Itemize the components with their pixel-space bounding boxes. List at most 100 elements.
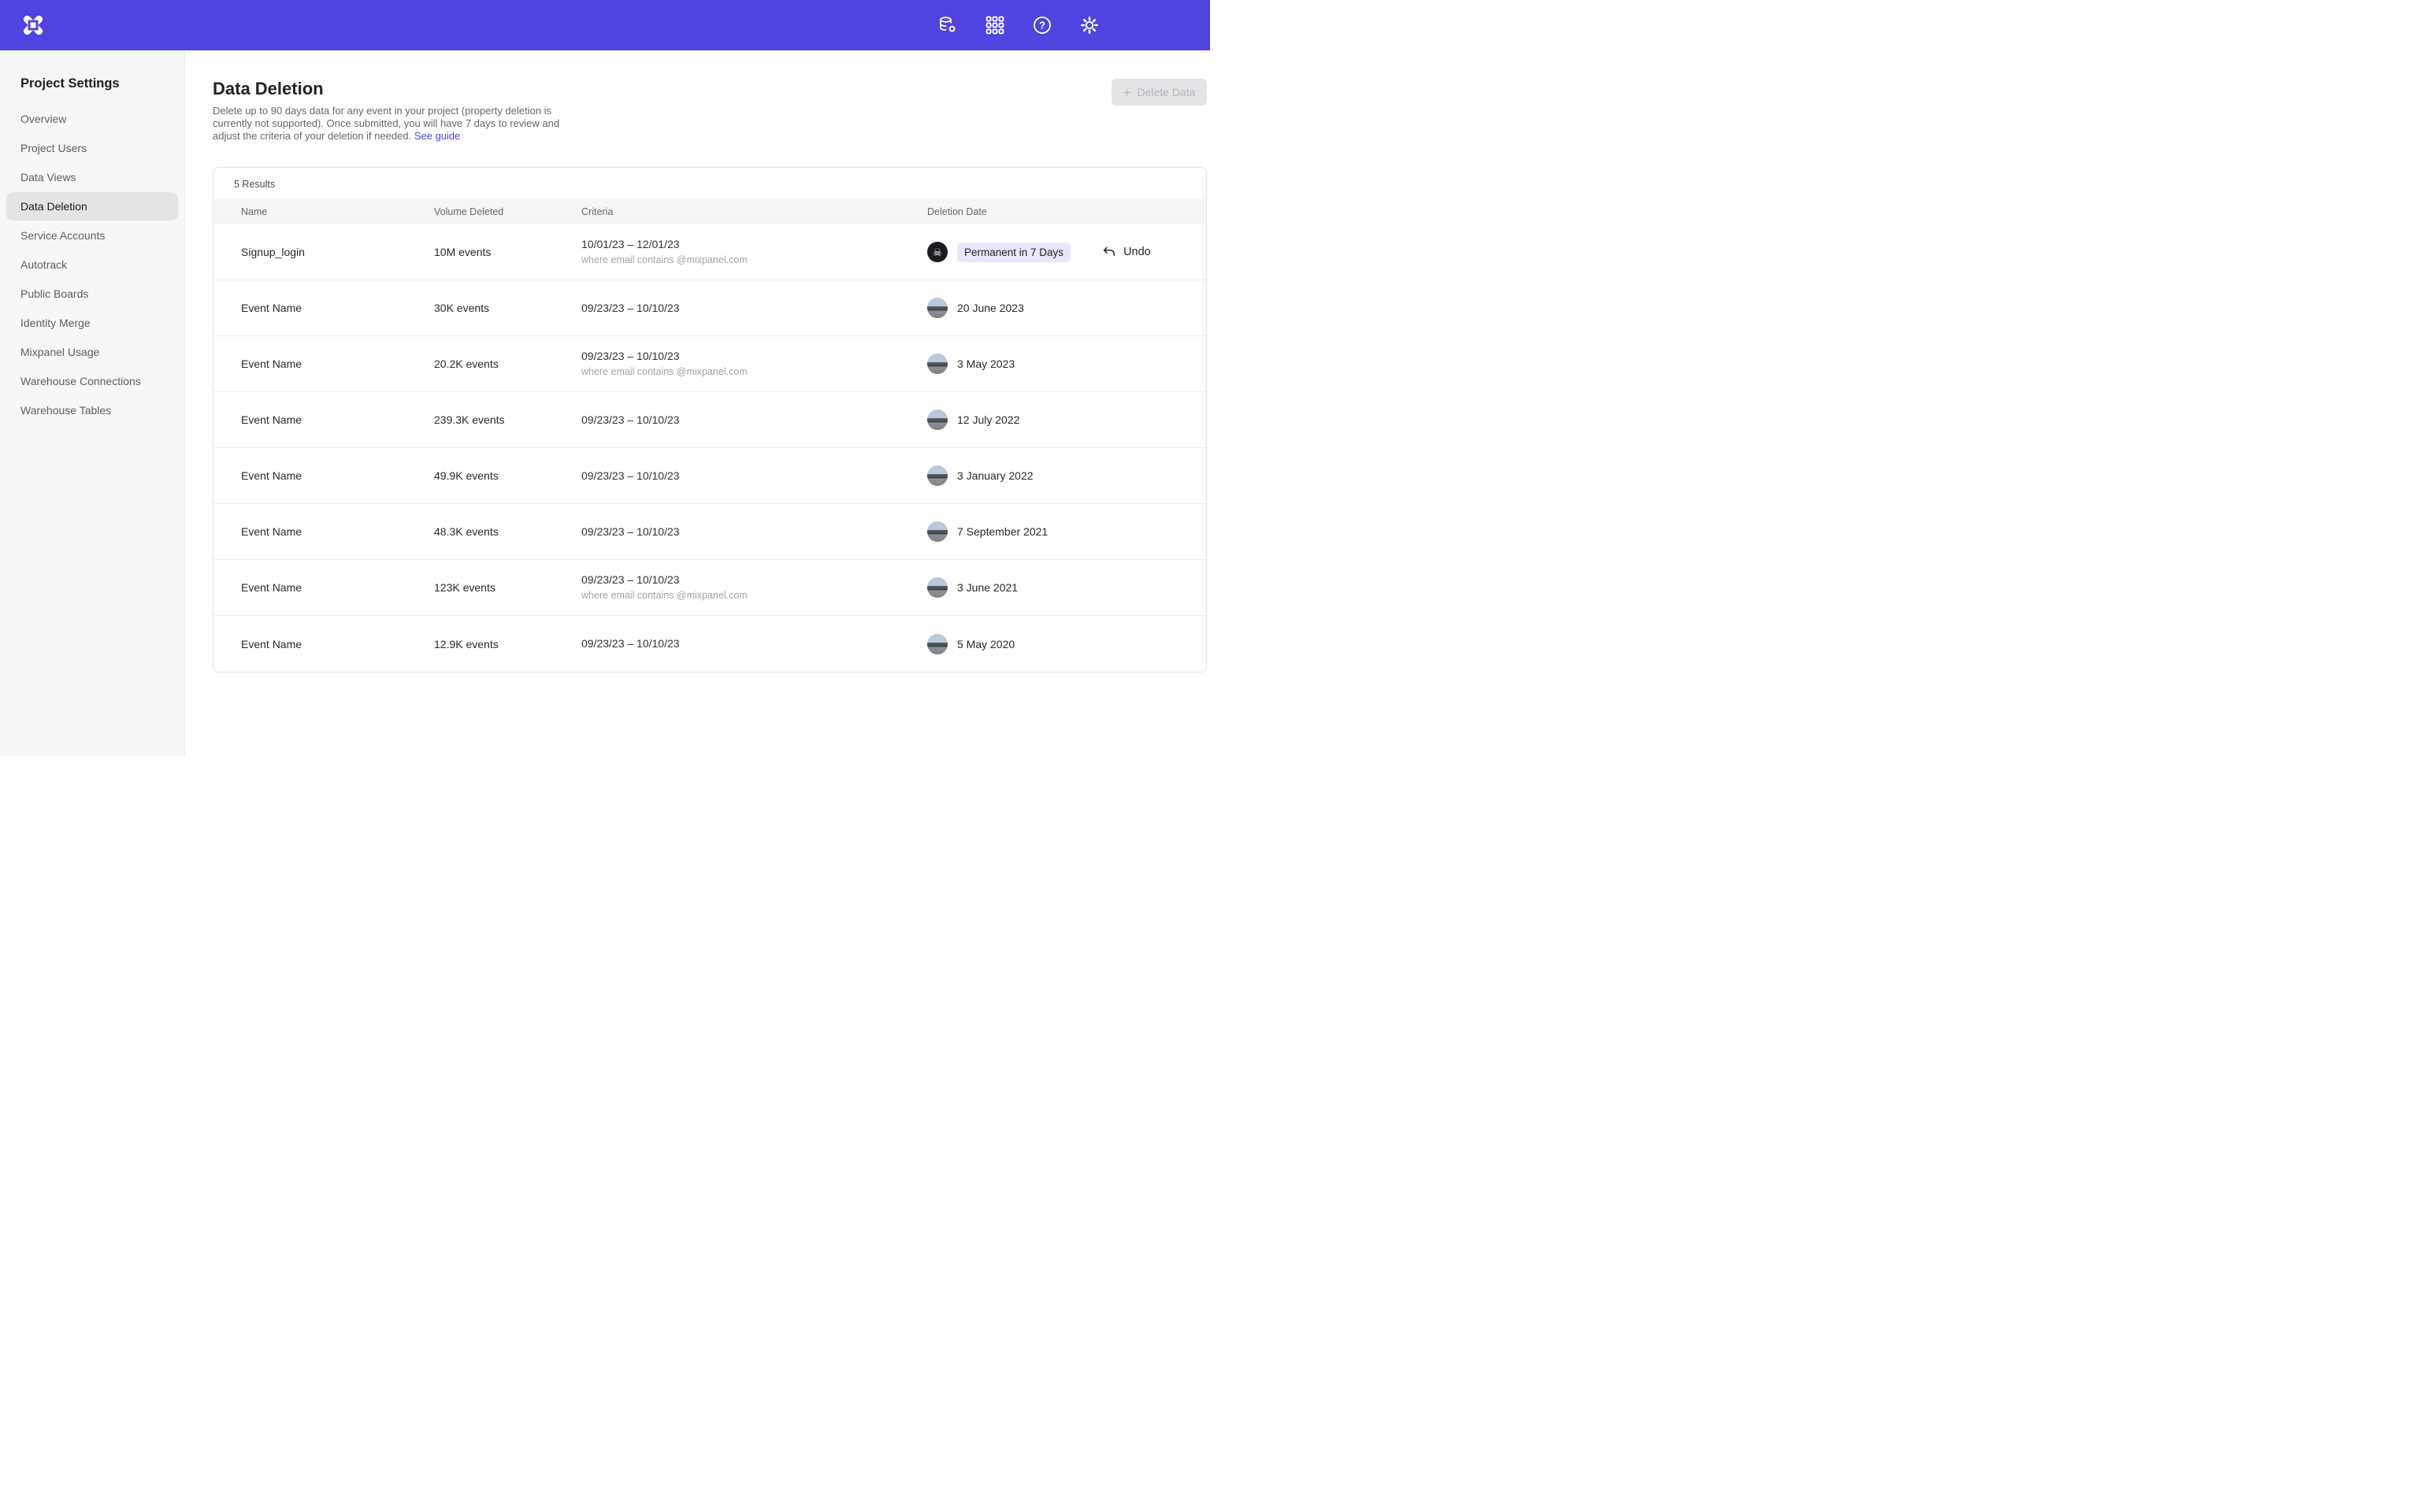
page-description: Delete up to 90 days data for any event … xyxy=(213,105,566,143)
criteria: 10/01/23 – 12/01/23 where email contains… xyxy=(581,238,927,267)
apps-grid-icon[interactable] xyxy=(985,15,1005,35)
criteria-range: 09/23/23 – 10/10/23 xyxy=(581,525,680,538)
table-header-row: Name Volume Deleted Criteria Deletion Da… xyxy=(213,199,1206,224)
see-guide-link[interactable]: See guide xyxy=(414,130,461,142)
criteria-range: 09/23/23 – 10/10/23 xyxy=(581,469,680,482)
avatar xyxy=(927,465,948,486)
deletion-date-cell: 7 September 2021 xyxy=(927,521,1190,542)
sidebar-item-public-boards[interactable]: Public Boards xyxy=(6,280,178,308)
table-row: Event Name 48.3K events 09/23/23 – 10/10… xyxy=(213,504,1206,560)
results-count: 5 Results xyxy=(213,168,1206,199)
sidebar-item-data-views[interactable]: Data Views xyxy=(6,163,178,191)
logo-core xyxy=(31,23,36,28)
criteria: 09/23/23 – 10/10/23 xyxy=(581,469,927,483)
table-row: Event Name 239.3K events 09/23/23 – 10/1… xyxy=(213,392,1206,448)
criteria-range: 09/23/23 – 10/10/23 xyxy=(581,413,680,426)
deletion-date-cell: 3 January 2022 xyxy=(927,465,1190,486)
volume-deleted: 49.9K events xyxy=(434,469,581,482)
delete-data-button-label: Delete Data xyxy=(1138,86,1196,98)
deletion-date-cell: 5 May 2020 xyxy=(927,634,1190,654)
sidebar-item-overview[interactable]: Overview xyxy=(6,105,178,133)
event-name: Event Name xyxy=(241,358,434,370)
avatar xyxy=(927,521,948,542)
sidebar-item-project-users[interactable]: Project Users xyxy=(6,134,178,162)
deletion-date-cell: 20 June 2023 xyxy=(927,298,1190,318)
sidebar-item-autotrack[interactable]: Autotrack xyxy=(6,250,178,279)
sidebar-item-warehouse-connections[interactable]: Warehouse Connections xyxy=(6,367,178,395)
volume-deleted: 20.2K events xyxy=(434,358,581,370)
deletion-date: 5 May 2020 xyxy=(957,638,1015,650)
topbar-icon-group: ? xyxy=(937,15,1100,35)
criteria: 09/23/23 – 10/10/23 xyxy=(581,637,927,650)
svg-text:?: ? xyxy=(1039,20,1045,32)
criteria: 09/23/23 – 10/10/23 xyxy=(581,413,927,427)
event-name: Event Name xyxy=(241,581,434,594)
project-settings-sidebar: Project Settings Overview Project Users … xyxy=(0,50,185,756)
avatar xyxy=(927,354,948,374)
sidebar-item-mixpanel-usage[interactable]: Mixpanel Usage xyxy=(6,338,178,366)
sidebar-title: Project Settings xyxy=(20,76,184,91)
volume-deleted: 239.3K events xyxy=(434,413,581,426)
sidebar-item-data-deletion[interactable]: Data Deletion xyxy=(6,192,178,220)
data-settings-icon[interactable] xyxy=(937,15,958,35)
criteria-range: 09/23/23 – 10/10/23 xyxy=(581,302,680,314)
criteria: 09/23/23 – 10/10/23 xyxy=(581,302,927,315)
status-badge: Permanent in 7 Days xyxy=(957,243,1071,262)
undo-label: Undo xyxy=(1123,246,1151,258)
main-content: Data Deletion Delete up to 90 days data … xyxy=(185,0,1210,673)
page-title: Data Deletion xyxy=(213,79,1210,99)
table-row: Event Name 123K events 09/23/23 – 10/10/… xyxy=(213,560,1206,616)
event-name: Signup_login xyxy=(241,246,434,258)
help-icon[interactable]: ? xyxy=(1032,15,1052,35)
criteria: 09/23/23 – 10/10/23 xyxy=(581,525,927,539)
criteria-filter: where email contains @mixpanel.com xyxy=(581,254,927,267)
volume-deleted: 30K events xyxy=(434,302,581,314)
column-header-deletion-date: Deletion Date xyxy=(927,206,1190,217)
avatar xyxy=(927,298,948,318)
criteria: 09/23/23 – 10/10/23 where email contains… xyxy=(581,350,927,379)
deletion-date-cell: 3 June 2021 xyxy=(927,577,1190,598)
undo-icon xyxy=(1102,245,1116,259)
criteria-range: 09/23/23 – 10/10/23 xyxy=(581,637,680,650)
column-header-volume: Volume Deleted xyxy=(434,206,581,217)
volume-deleted: 10M events xyxy=(434,246,581,258)
event-name: Event Name xyxy=(241,638,434,650)
event-name: Event Name xyxy=(241,469,434,482)
avatar xyxy=(927,634,948,654)
deletion-date-cell: 12 July 2022 xyxy=(927,410,1190,430)
criteria-range: 10/01/23 – 12/01/23 xyxy=(581,238,680,250)
settings-gear-icon[interactable] xyxy=(1079,15,1100,35)
criteria: 09/23/23 – 10/10/23 where email contains… xyxy=(581,573,927,602)
table-row: Event Name 20.2K events 09/23/23 – 10/10… xyxy=(213,336,1206,392)
undo-button[interactable]: Undo xyxy=(1102,245,1151,259)
volume-deleted: 12.9K events xyxy=(434,638,581,650)
delete-data-button[interactable]: + Delete Data xyxy=(1112,79,1207,106)
criteria-filter: where email contains @mixpanel.com xyxy=(581,589,927,602)
sidebar-item-service-accounts[interactable]: Service Accounts xyxy=(6,221,178,250)
sidebar-item-identity-merge[interactable]: Identity Merge xyxy=(6,309,178,337)
event-name: Event Name xyxy=(241,525,434,538)
sidebar-item-warehouse-tables[interactable]: Warehouse Tables xyxy=(6,396,178,424)
volume-deleted: 123K events xyxy=(434,581,581,594)
criteria-range: 09/23/23 – 10/10/23 xyxy=(581,573,680,586)
avatar xyxy=(927,577,948,598)
avatar xyxy=(927,410,948,430)
deletion-date-cell: ☠ Permanent in 7 Days Undo xyxy=(927,242,1190,262)
mixpanel-logo[interactable] xyxy=(20,13,46,38)
criteria-range: 09/23/23 – 10/10/23 xyxy=(581,350,680,362)
deletion-table-card: 5 Results Name Volume Deleted Criteria D… xyxy=(213,167,1207,673)
deletion-date-cell: 3 May 2023 xyxy=(927,354,1190,374)
page-header: Data Deletion Delete up to 90 days data … xyxy=(185,50,1210,143)
deletion-date: 3 January 2022 xyxy=(957,469,1034,482)
table-row: Event Name 30K events 09/23/23 – 10/10/2… xyxy=(213,280,1206,336)
deletion-date: 12 July 2022 xyxy=(957,413,1019,426)
deletion-date: 20 June 2023 xyxy=(957,302,1024,314)
table-row: Event Name 12.9K events 09/23/23 – 10/10… xyxy=(213,616,1206,672)
criteria-filter: where email contains @mixpanel.com xyxy=(581,365,927,379)
table-row: Signup_login 10M events 10/01/23 – 12/01… xyxy=(213,224,1206,280)
column-header-criteria: Criteria xyxy=(581,206,927,217)
sidebar-nav: Overview Project Users Data Views Data D… xyxy=(0,105,184,424)
column-header-name: Name xyxy=(241,206,434,217)
top-bar: ? xyxy=(0,0,1210,50)
avatar: ☠ xyxy=(927,242,948,262)
